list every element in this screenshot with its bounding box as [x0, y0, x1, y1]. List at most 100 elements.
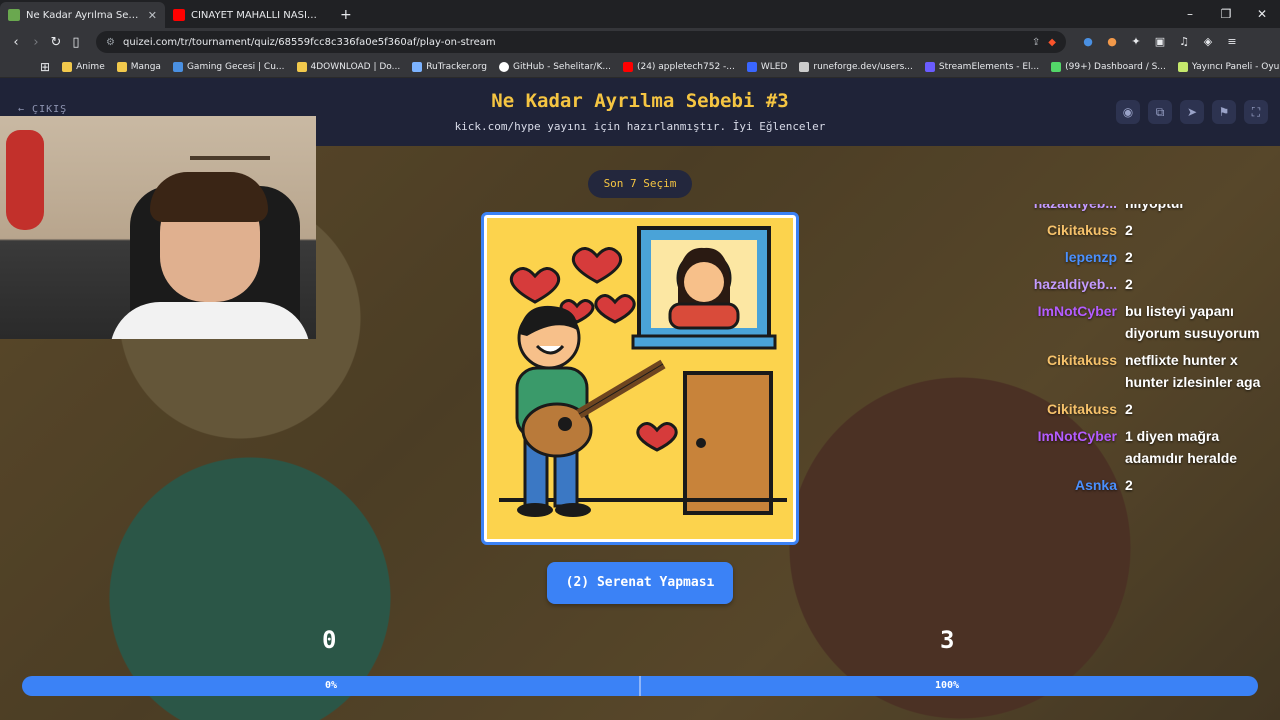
bookmark-label: WLED: [760, 61, 788, 72]
vpn-icon[interactable]: ◈: [1200, 34, 1216, 50]
sidebar-icon[interactable]: ▣: [1152, 34, 1168, 50]
chat-text: 2: [1125, 222, 1133, 238]
window-controls: – ❐ ✕: [1172, 0, 1280, 28]
close-window-icon[interactable]: ✕: [1244, 0, 1280, 28]
url-bar[interactable]: ⚙ quizei.com/tr/tournament/quiz/68559fcc…: [96, 31, 1066, 53]
stream-chat-overlay: hazaldiyeb...hiiyopturCikitakuss2lepenzp…: [1010, 204, 1280, 504]
chat-username: Cikitakuss: [1046, 352, 1117, 368]
send-icon[interactable]: ➤: [1180, 100, 1204, 124]
site-icon: [799, 61, 810, 72]
close-tab-icon[interactable]: ✕: [148, 9, 157, 22]
bookmark-anime[interactable]: Anime: [56, 61, 111, 72]
quiz-title: Ne Kadar Ayrılma Sebebi #3: [491, 90, 789, 112]
chat-message: hazaldiyeb... 2: [1010, 273, 1280, 295]
bookmark-yayinci[interactable]: Yayıncı Paneli - Oyu...: [1172, 61, 1280, 72]
bookmark-wled[interactable]: WLED: [741, 61, 794, 72]
webcam-guitar: [6, 130, 44, 230]
chat-message: Cikitakuss 2: [1010, 398, 1280, 420]
quiz-page: ← ÇIKIŞ Ne Kadar Ayrılma Sebebi #3 kick.…: [0, 78, 1280, 720]
flag-icon[interactable]: ⚑: [1212, 100, 1236, 124]
media-icon[interactable]: ♫: [1176, 34, 1192, 50]
folder-icon: [296, 61, 307, 72]
chat-message: hazaldiyeb...hiiyoptur: [1010, 204, 1280, 214]
chat-username: lepenzp: [1064, 249, 1117, 265]
extension-icon[interactable]: ●: [1104, 34, 1120, 50]
chat-username: Cikitakuss: [1046, 222, 1117, 238]
maximize-icon[interactable]: ❐: [1208, 0, 1244, 28]
extensions-puzzle-icon[interactable]: ✦: [1128, 34, 1144, 50]
youtube-favicon-icon: [173, 9, 185, 21]
chat-username: hazaldiyeb...: [1033, 276, 1117, 292]
bookmark-runeforge[interactable]: runeforge.dev/users...: [793, 61, 918, 72]
bookmark-label: runeforge.dev/users...: [813, 61, 913, 72]
tab-favicon-icon: [8, 9, 20, 21]
site-icon: [746, 61, 757, 72]
bookmark-dashboard[interactable]: (99+) Dashboard / S...: [1045, 61, 1172, 72]
bookmark-streamelements[interactable]: StreamElements - El...: [919, 61, 1045, 72]
bookmark-label: (99+) Dashboard / S...: [1065, 61, 1166, 72]
chat-username: hazaldiyeb...: [1010, 204, 1125, 214]
bookmark-label: Yayıncı Paneli - Oyu...: [1191, 61, 1280, 72]
share-link-icon[interactable]: ⧉: [1148, 100, 1172, 124]
fullscreen-icon[interactable]: ⛶: [1244, 100, 1268, 124]
share-icon[interactable]: ⇪: [1032, 37, 1040, 48]
chat-username: ImNotCyber: [1037, 303, 1117, 319]
chat-message: ImNotCyber bu listeyi yapanı diyorum susu…: [1010, 300, 1280, 344]
chat-text: 2: [1125, 501, 1270, 504]
site-info-icon[interactable]: ⚙: [106, 37, 115, 48]
tab-inactive[interactable]: CİNAYET MAHALLİ NASIL İNCELENİR: [165, 2, 330, 28]
site-icon: [1177, 61, 1188, 72]
chat-message: Cikitakuss 2: [1010, 219, 1280, 241]
reload-icon[interactable]: ↻: [46, 35, 66, 50]
chat-username: Asnka: [1074, 477, 1117, 493]
webcam-shirt: [110, 302, 310, 339]
eye-icon[interactable]: ◉: [1116, 100, 1140, 124]
folder-icon: [62, 61, 73, 72]
bookmark-label: Gaming Gecesi | Cu...: [186, 61, 285, 72]
progress-divider: [639, 676, 641, 696]
choice-button[interactable]: (2) Serenat Yapması: [547, 562, 733, 604]
bookmark-icon[interactable]: ▯: [66, 35, 86, 50]
forward-icon[interactable]: ›: [26, 35, 46, 50]
bookmark-gaming[interactable]: Gaming Gecesi | Cu...: [167, 61, 291, 72]
minimize-icon[interactable]: –: [1172, 0, 1208, 28]
site-icon: [1051, 61, 1062, 72]
url-text: quizei.com/tr/tournament/quiz/68559fcc8c…: [122, 36, 496, 48]
github-icon: [499, 61, 510, 72]
bookmark-youtube[interactable]: (24) appletech752 -...: [617, 61, 741, 72]
chat-text: 1 diyen mağra adamıdır heralde: [1125, 428, 1238, 466]
menu-icon[interactable]: ≡: [1224, 34, 1240, 50]
bookmark-4download[interactable]: 4DOWNLOAD | Do...: [291, 61, 407, 72]
bookmark-manga[interactable]: Manga: [111, 61, 167, 72]
header-actions: ◉ ⧉ ➤ ⚑ ⛶: [1116, 100, 1268, 124]
bookmark-label: RuTracker.org: [426, 61, 488, 72]
chat-username: Cikitakuss: [1046, 401, 1117, 417]
youtube-icon: [622, 61, 633, 72]
extension-icons: ● ● ✦ ▣ ♫ ◈ ≡: [1080, 34, 1240, 50]
brave-shield-icon[interactable]: ◆: [1048, 37, 1056, 48]
chat-username: lepenzp: [1010, 501, 1125, 504]
chat-text: bu listeyi yapanı diyorum susuyorum: [1125, 303, 1260, 341]
choice-card[interactable]: [481, 212, 799, 545]
tab-title: CİNAYET MAHALLİ NASIL İNCELENİR: [191, 9, 322, 21]
extension-icon[interactable]: ●: [1080, 34, 1096, 50]
browser-tab-bar: Ne Kadar Ayrılma Sebebi #3 - Qu ✕ CİNAYE…: [0, 0, 1280, 28]
folder-icon: [116, 61, 127, 72]
vote-progress-bar: 0% 100%: [22, 676, 1258, 696]
webcam-shelf: [190, 156, 270, 160]
chat-message: lepenzp 2: [1010, 246, 1280, 268]
bookmark-label: StreamElements - El...: [938, 61, 1040, 72]
apps-grid-icon[interactable]: ⊞: [34, 60, 56, 74]
bookmark-label: Anime: [76, 61, 105, 72]
bookmark-github[interactable]: GitHub - Sehelitar/K...: [493, 61, 617, 72]
address-bar-row: ‹ › ↻ ▯ ⚙ quizei.com/tr/tournament/quiz/…: [0, 28, 1280, 56]
bookmark-rutracker[interactable]: RuTracker.org: [406, 61, 493, 72]
bookmark-label: (24) appletech752 -...: [636, 61, 735, 72]
new-tab-button[interactable]: +: [330, 2, 362, 28]
chat-username: ImNotCyber: [1037, 428, 1117, 444]
webcam-hair: [150, 172, 268, 222]
bookmarks-bar: ⊞ Anime Manga Gaming Gecesi | Cu... 4DOW…: [0, 56, 1280, 78]
bookmark-label: Manga: [130, 61, 161, 72]
tab-active[interactable]: Ne Kadar Ayrılma Sebebi #3 - Qu ✕: [0, 2, 165, 28]
back-icon[interactable]: ‹: [6, 35, 26, 50]
